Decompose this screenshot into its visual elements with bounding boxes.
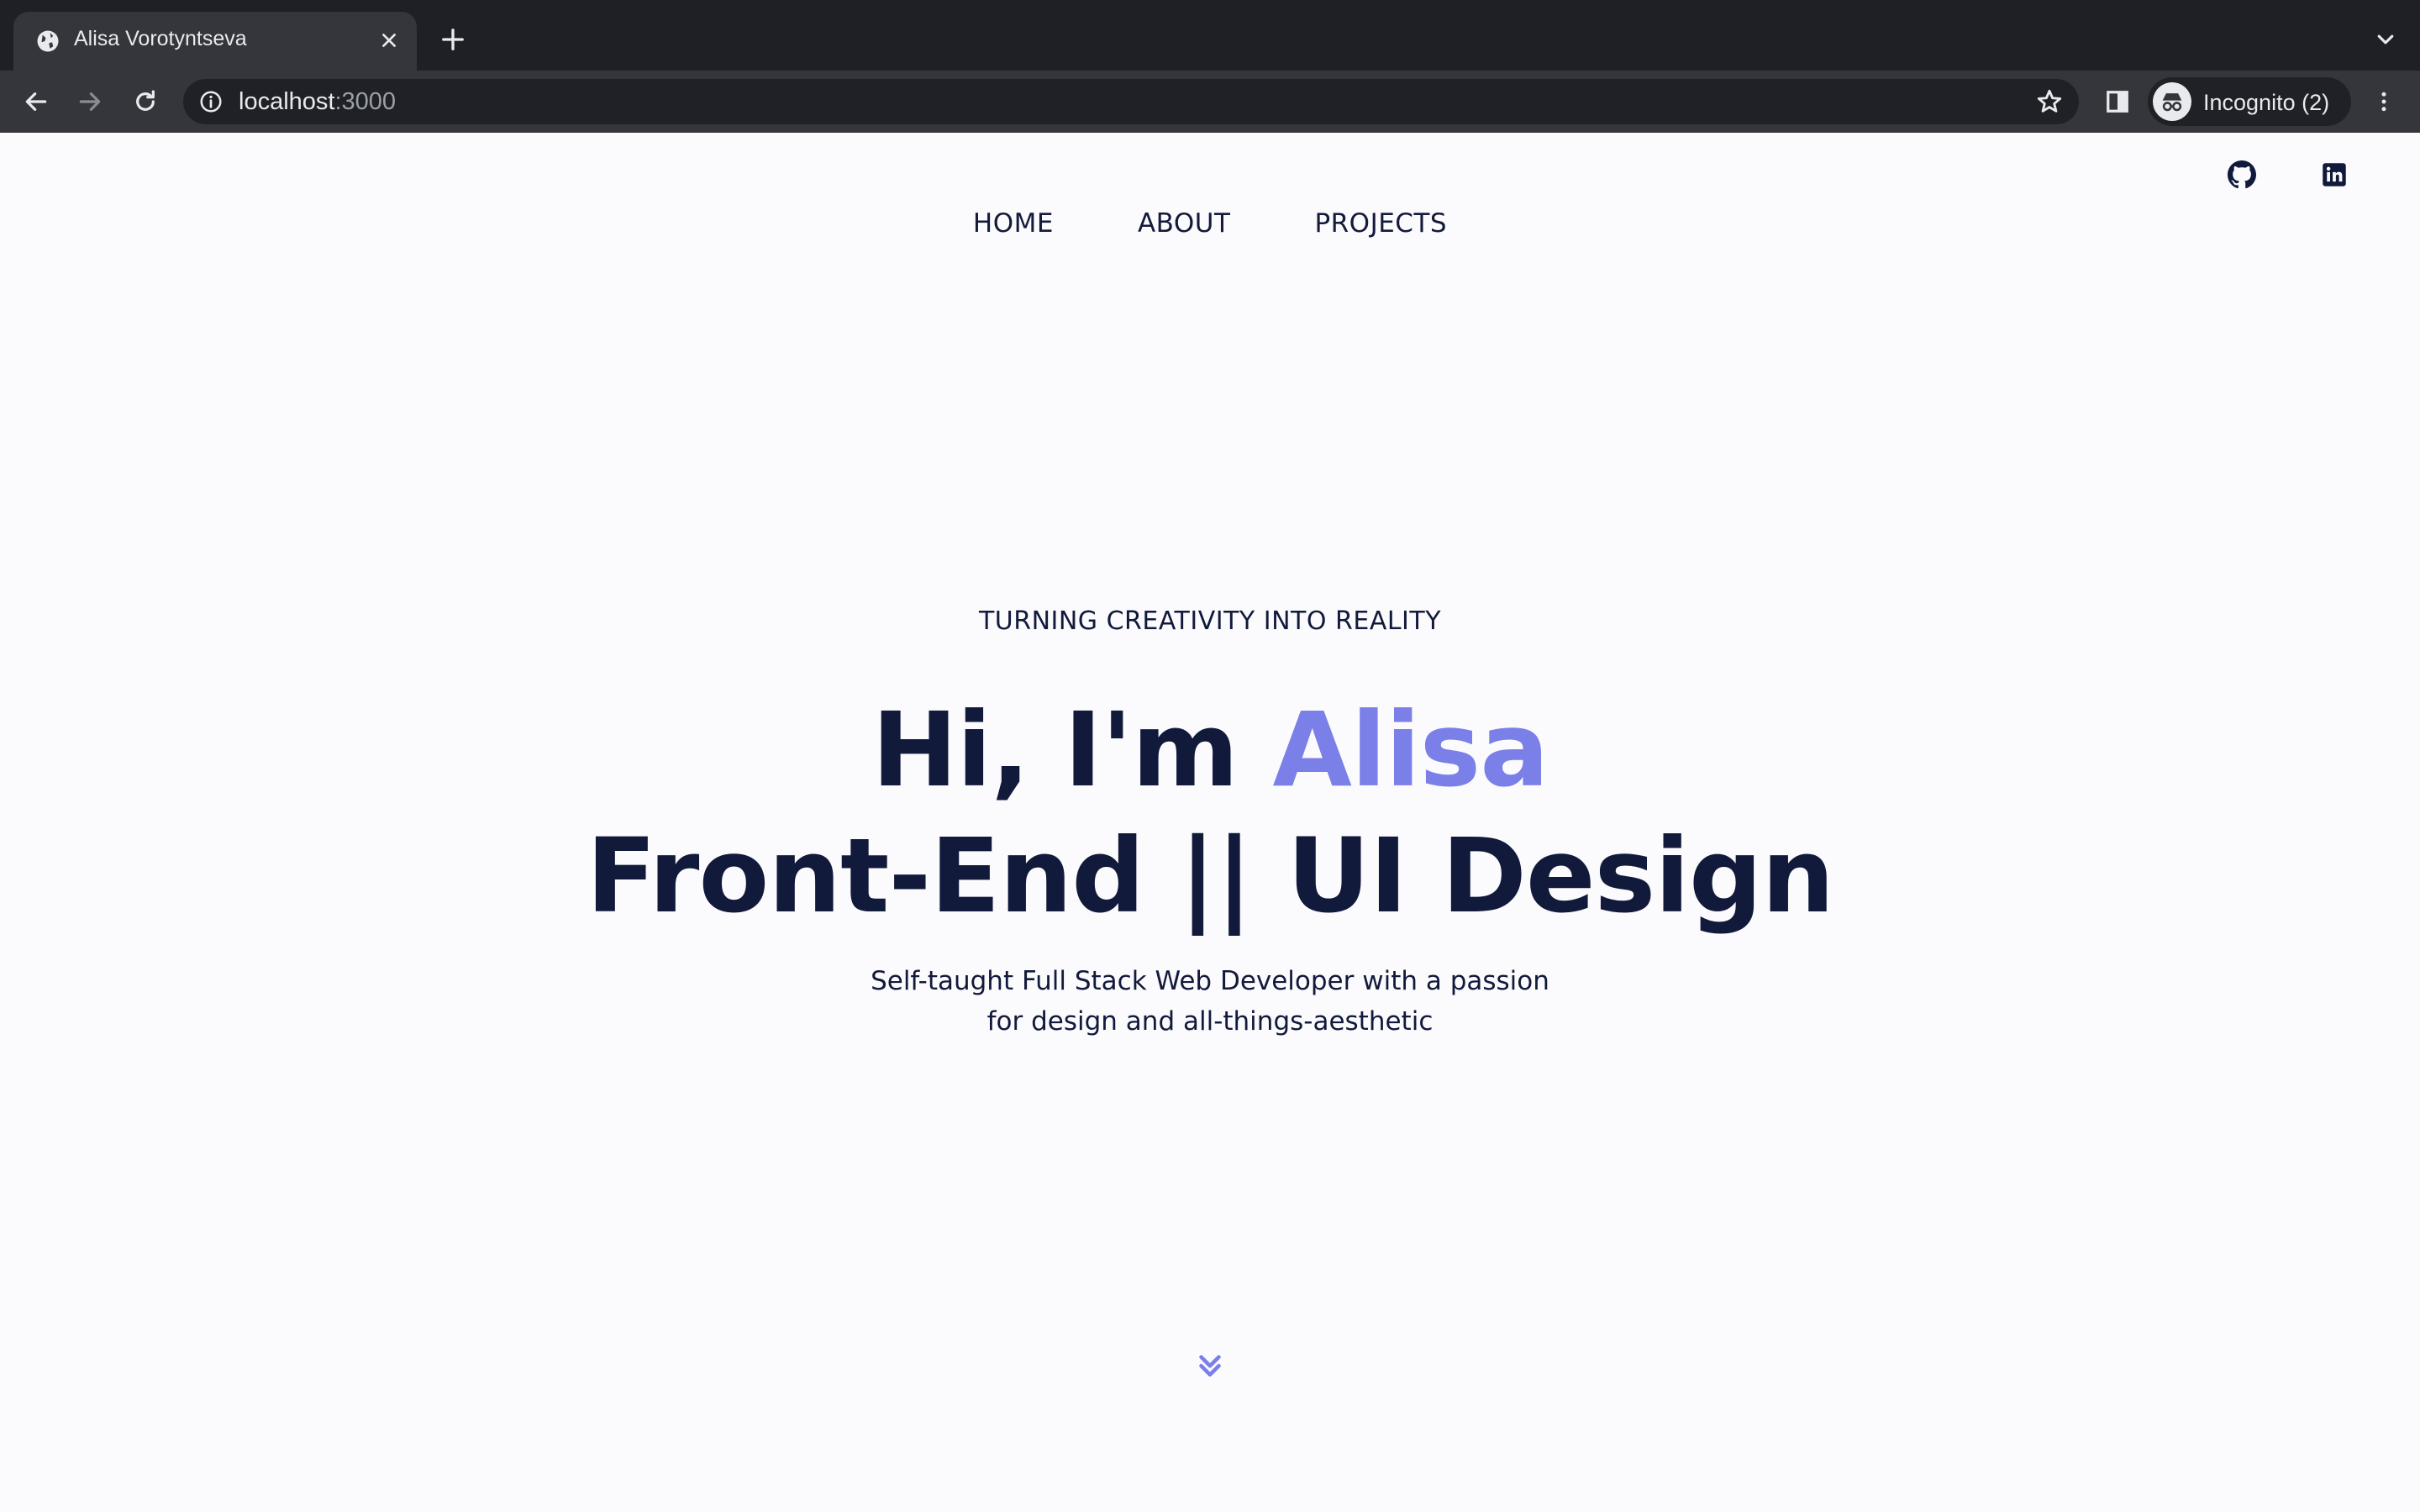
side-panel-button[interactable] [2101, 85, 2134, 118]
forward-button[interactable] [72, 84, 108, 119]
nav-projects[interactable]: PROJECTS [1314, 208, 1447, 239]
profile-button[interactable]: Incognito (2) [2148, 77, 2351, 126]
browser-menu-button[interactable] [2366, 84, 2402, 119]
github-link[interactable] [2225, 158, 2259, 192]
linkedin-link[interactable] [2317, 158, 2351, 192]
incognito-icon [2153, 82, 2191, 121]
double-chevron-down-icon [1199, 1355, 1221, 1377]
tab-title: Alisa Vorotyntseva [74, 27, 247, 50]
hero-subtitle: Self-taught Full Stack Web Developer wit… [0, 961, 2420, 1042]
globe-icon [37, 30, 59, 52]
github-icon [2228, 160, 2256, 189]
reload-button[interactable] [128, 84, 163, 119]
browser-tab-strip: Alisa Vorotyntseva [0, 0, 2420, 71]
browser-toolbar: localhost:3000 Incognito (2) [0, 71, 2420, 133]
new-tab-button[interactable] [437, 24, 469, 55]
hero-name: Alisa [1272, 690, 1549, 810]
browser-tab[interactable]: Alisa Vorotyntseva [13, 12, 417, 71]
url-port: :3000 [334, 88, 397, 115]
kebab-menu-icon [2381, 92, 2386, 112]
hero-role: Front-End || UI Design [586, 816, 1834, 936]
nav-home[interactable]: HOME [973, 208, 1054, 239]
info-icon[interactable] [198, 89, 224, 114]
scroll-down-button[interactable] [1193, 1349, 1227, 1383]
url-text: localhost:3000 [239, 88, 396, 116]
url-host: localhost [239, 88, 335, 115]
hero-greeting: Hi, I'm [871, 690, 1273, 810]
linkedin-icon [2323, 163, 2346, 186]
hero-tagline: TURNING CREATIVITY INTO REALITY [978, 606, 1442, 636]
arrow-left-icon [25, 92, 47, 111]
arrow-right-icon [79, 92, 101, 111]
hero-headline: Hi, I'm Alisa Front-End || UI Design [0, 687, 2420, 939]
star-icon[interactable] [2035, 87, 2064, 116]
close-icon[interactable] [375, 26, 403, 55]
side-panel-icon [2107, 91, 2128, 113]
page-content: HOME ABOUT PROJECTS TURNING CREATIVITY I… [0, 133, 2420, 1512]
profile-label: Incognito (2) [2203, 90, 2330, 115]
hero-subtitle-line-1: Self-taught Full Stack Web Developer wit… [871, 966, 1549, 996]
plus-icon [442, 29, 464, 50]
hero-subtitle-line-2: for design and all-things-aesthetic [986, 1006, 1434, 1037]
reload-icon [136, 90, 155, 111]
chevron-down-icon [2377, 34, 2394, 45]
address-bar[interactable]: localhost:3000 [183, 79, 2079, 124]
tab-search-button[interactable] [2371, 25, 2400, 54]
main-nav: HOME ABOUT PROJECTS [0, 208, 2420, 239]
back-button[interactable] [18, 84, 54, 119]
nav-about[interactable]: ABOUT [1138, 208, 1230, 239]
